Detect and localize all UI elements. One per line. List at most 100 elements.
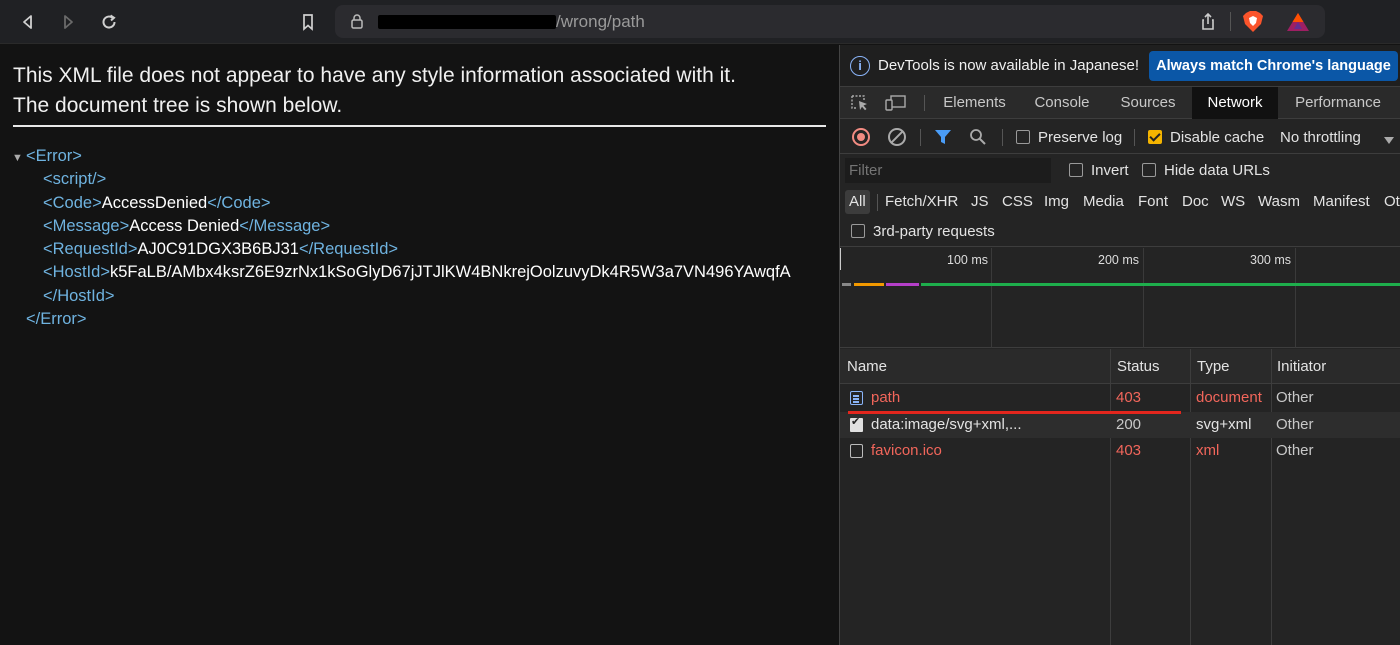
- toolbar-divider: [920, 129, 921, 146]
- device-toolbar-icon[interactable]: [885, 94, 906, 112]
- xml-info-message: This XML file does not appear to have an…: [13, 61, 736, 121]
- row-initiator: Other: [1276, 442, 1314, 459]
- redacted-host: [378, 15, 556, 29]
- tab-console[interactable]: Console: [1022, 87, 1102, 119]
- table-row[interactable]: path 403 document Other: [840, 385, 1400, 412]
- address-bar[interactable]: /wrong/path: [335, 5, 1325, 38]
- type-filter-doc[interactable]: Doc: [1178, 190, 1213, 214]
- network-timeline[interactable]: 100 ms 200 ms 300 ms: [840, 248, 1400, 348]
- type-filter-manifest[interactable]: Manifest: [1309, 190, 1374, 214]
- timeline-gridline: [1295, 248, 1296, 348]
- brave-shields-icon[interactable]: [1242, 10, 1264, 33]
- timeline-label-100: 100 ms: [947, 253, 988, 267]
- column-initiator[interactable]: Initiator: [1277, 349, 1326, 384]
- timeline-cursor: [840, 248, 841, 270]
- tab-elements[interactable]: Elements: [930, 87, 1019, 119]
- hide-data-urls-checkbox[interactable]: [1142, 163, 1156, 177]
- image-icon: [850, 415, 863, 432]
- divider: [13, 125, 826, 127]
- file-icon: [850, 444, 863, 458]
- back-icon[interactable]: [16, 10, 40, 34]
- hostid-value: k5FaLB/AMbx4ksrZ6E9zrNx1kSoGlyD67jJTJlKW…: [109, 263, 791, 282]
- xml-tree: ▼ <Error> <script/> <Code>AccessDenied</C…: [12, 145, 791, 331]
- timeline-bar-green: [921, 283, 1400, 286]
- info-icon: i: [850, 56, 870, 76]
- tabs-divider: [924, 95, 925, 111]
- code-value: AccessDenied: [101, 193, 208, 212]
- requestid-value: AJ0C91DGX3B6BJ31: [137, 240, 299, 259]
- message-open-tag: <Message>: [43, 216, 130, 235]
- column-name[interactable]: Name: [847, 349, 887, 384]
- filter-row: Invert Hide data URLs: [840, 155, 1400, 186]
- type-filter-fetch-xhr[interactable]: Fetch/XHR: [881, 190, 962, 214]
- tab-network[interactable]: Network: [1192, 87, 1278, 119]
- info-line-2: The document tree is shown below.: [13, 94, 343, 117]
- message-value: Access Denied: [129, 216, 240, 235]
- type-divider: [877, 194, 878, 211]
- table-row[interactable]: data:image/svg+xml,... 200 svg+xml Other: [840, 411, 1400, 438]
- chevron-down-icon[interactable]: [1384, 132, 1394, 144]
- row-type: document: [1196, 389, 1262, 406]
- type-filter-ws[interactable]: WS: [1217, 190, 1249, 214]
- toolbar-divider: [1134, 129, 1135, 146]
- collapse-triangle-icon[interactable]: ▼: [12, 147, 26, 170]
- disable-cache-checkbox[interactable]: [1148, 130, 1162, 144]
- highlight-underline: [848, 411, 1181, 414]
- tab-sources[interactable]: Sources: [1108, 87, 1188, 119]
- type-filter-css[interactable]: CSS: [998, 190, 1037, 214]
- inspect-element-icon[interactable]: [850, 94, 870, 112]
- error-open-tag: <Error>: [26, 147, 82, 165]
- preserve-log-label: Preserve log: [1038, 129, 1123, 146]
- invert-checkbox[interactable]: [1069, 163, 1083, 177]
- brave-rewards-icon[interactable]: [1286, 12, 1310, 32]
- reload-icon[interactable]: [97, 10, 121, 34]
- third-party-checkbox[interactable]: [851, 224, 865, 238]
- info-line-1: This XML file does not appear to have an…: [13, 64, 736, 87]
- type-filter-media[interactable]: Media: [1079, 190, 1128, 214]
- clear-icon[interactable]: [888, 128, 906, 146]
- column-type[interactable]: Type: [1197, 349, 1230, 384]
- type-filter-all[interactable]: All: [845, 190, 870, 214]
- network-toolbar: Preserve log Disable cache No throttling: [840, 120, 1400, 154]
- third-party-label: 3rd-party requests: [873, 223, 995, 240]
- requestid-close-tag: </RequestId>: [298, 240, 399, 259]
- row-type: svg+xml: [1196, 415, 1252, 433]
- type-filter-img[interactable]: Img: [1040, 190, 1073, 214]
- table-row[interactable]: favicon.ico 403 xml Other: [840, 438, 1400, 465]
- browser-toolbar: /wrong/path: [0, 0, 1400, 44]
- type-filter-other[interactable]: Ot: [1380, 190, 1400, 214]
- third-party-row: 3rd-party requests: [840, 217, 1400, 247]
- language-notice: i DevTools is now available in Japanese!…: [840, 45, 1400, 87]
- code-open-tag: <Code>: [43, 193, 102, 212]
- row-status: 200: [1116, 415, 1142, 433]
- type-filter-font[interactable]: Font: [1134, 190, 1172, 214]
- row-initiator: Other: [1276, 415, 1314, 433]
- preserve-log-checkbox[interactable]: [1016, 130, 1030, 144]
- timeline-gridline: [1143, 248, 1144, 348]
- match-language-button[interactable]: Always match Chrome's language: [1149, 51, 1398, 81]
- record-icon[interactable]: [852, 128, 870, 146]
- message-close-tag: </Message>: [239, 216, 331, 235]
- document-icon: [850, 391, 863, 405]
- filter-icon[interactable]: [934, 128, 952, 146]
- search-icon[interactable]: [969, 128, 987, 146]
- devtools-panel: i DevTools is now available in Japanese!…: [839, 45, 1400, 645]
- forward-icon[interactable]: [56, 10, 80, 34]
- share-icon[interactable]: [1198, 12, 1218, 32]
- column-status[interactable]: Status: [1117, 349, 1160, 384]
- timeline-label-300: 300 ms: [1250, 253, 1291, 267]
- type-filter-wasm[interactable]: Wasm: [1254, 190, 1304, 214]
- filter-input[interactable]: [845, 158, 1051, 183]
- type-filter-js[interactable]: JS: [967, 190, 993, 214]
- throttling-select[interactable]: No throttling: [1280, 129, 1361, 146]
- tab-performance[interactable]: Performance: [1284, 87, 1392, 119]
- row-name: data:image/svg+xml,...: [871, 415, 1022, 433]
- hostid-close-tag: </HostId>: [43, 286, 115, 305]
- timeline-bar-purple: [886, 283, 919, 286]
- timeline-label-200: 200 ms: [1098, 253, 1139, 267]
- xml-page: This XML file does not appear to have an…: [0, 45, 839, 645]
- toolbar-divider: [1002, 129, 1003, 146]
- bookmark-icon[interactable]: [296, 10, 320, 34]
- notice-message: DevTools is now available in Japanese!: [878, 57, 1139, 74]
- table-header: Name Status Type Initiator: [840, 349, 1400, 384]
